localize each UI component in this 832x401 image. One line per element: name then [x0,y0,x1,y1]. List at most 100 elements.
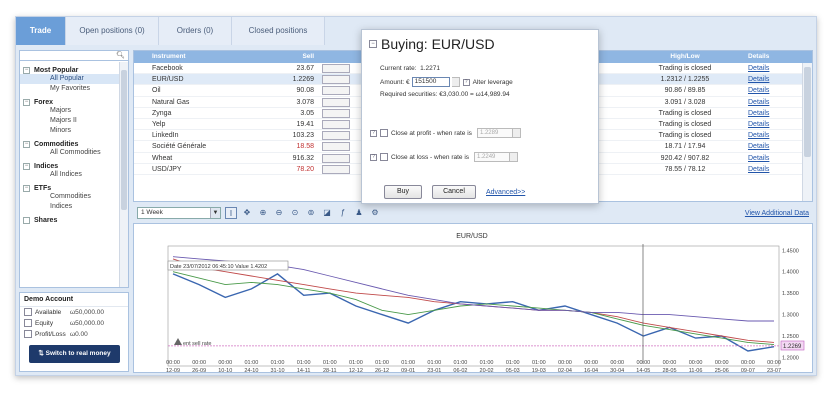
sidebar-item-my-favorites[interactable]: My Favorites [20,84,119,94]
tab-open-positions[interactable]: Open positions (0) [66,17,159,45]
sell-button[interactable] [322,97,350,107]
sidebar-scrollbar[interactable] [119,62,128,287]
group-header[interactable]: − Indices [20,163,119,170]
column-header-highlow[interactable]: High/Low [630,51,740,63]
profit-stepper[interactable] [512,128,521,138]
cancel-button[interactable]: Cancel [432,185,476,199]
tab-trade[interactable]: Trade [16,17,66,45]
x-tick-date: 12-09 [166,368,180,374]
line-tool-icon[interactable]: ◪ [321,207,333,219]
pan-tool-icon[interactable]: ✥ [241,207,253,219]
tab-orders[interactable]: Orders (0) [159,17,232,45]
amount-line: Amount: € 151500 ? Alter leverage [380,77,513,87]
collapse-icon[interactable]: − [369,40,377,48]
group-header[interactable]: − Commodities [20,141,119,148]
sidebar-item-minors[interactable]: Minors [20,126,119,136]
details-link[interactable]: Details [740,85,800,95]
zoom-reset-icon[interactable]: ⊙ [289,207,301,219]
details-link[interactable]: Details [740,153,800,163]
sell-button[interactable] [322,153,350,163]
sell-price: 103.23 [292,132,314,140]
amount-stepper[interactable] [451,77,460,87]
view-additional-data-link[interactable]: View Additional Data [745,210,809,217]
buy-button[interactable]: Buy [384,185,422,199]
details-link[interactable]: Details [740,97,800,107]
group-header[interactable]: Shares [20,217,119,224]
sell-button[interactable] [322,75,350,85]
zoom-in-icon[interactable]: ⊕ [257,207,269,219]
required-value: €3,030.00 = ω14,989.94 [439,91,510,98]
sidebar-item-all-popular[interactable]: All Popular [20,74,119,84]
advanced-link[interactable]: Advanced>> [486,189,525,196]
details-link[interactable]: Details [740,74,800,84]
sell-button[interactable] [322,119,350,129]
info-icon[interactable]: ? [462,78,470,86]
collapse-icon[interactable]: − [23,141,30,148]
high-low: 90.86 / 89.85 [664,87,706,95]
checkbox[interactable] [24,319,32,327]
cursor-tool-icon[interactable]: I [225,207,237,219]
details-link[interactable]: Details [740,164,800,174]
search-icon[interactable]: 🔍︎ [116,51,125,59]
chevron-down-icon[interactable]: ▼ [210,208,220,218]
expand-icon[interactable] [23,217,30,224]
details-link[interactable]: Details [740,130,800,140]
zoom-fit-icon[interactable]: ⊚ [305,207,317,219]
column-header-sell[interactable]: Sell [260,51,320,63]
column-header-details[interactable]: Details [740,51,800,63]
close-at-loss-input[interactable]: 1.2249 [474,152,511,162]
switch-to-real-money-button[interactable]: ⇅ Switch to real money [29,345,120,363]
group-header[interactable]: − ETFs [20,185,119,192]
sidebar-search[interactable]: 🔍︎ [20,51,128,61]
sidebar-item-majors-ii[interactable]: Majors II [20,116,119,126]
details-link[interactable]: Details [740,119,800,129]
x-tick-date: 30-04 [610,368,624,374]
sell-button[interactable] [322,164,350,174]
zoom-out-icon[interactable]: ⊖ [273,207,285,219]
loss-stepper[interactable] [510,152,519,162]
checkbox[interactable] [24,308,32,316]
info-icon[interactable]: ? [370,153,377,161]
collapse-icon[interactable]: − [23,99,30,106]
sidebar-item-majors[interactable]: Majors [20,106,119,116]
sell-button[interactable] [322,131,350,141]
series-price [172,273,775,352]
group-header[interactable]: − Forex [20,99,119,106]
close-at-profit-checkbox[interactable] [380,129,388,137]
collapse-icon[interactable]: − [23,67,30,74]
sidebar-item-etf-indices[interactable]: Indices [20,202,119,212]
details-link[interactable]: Details [740,108,800,118]
sell-button[interactable] [322,86,350,96]
info-icon[interactable]: ? [370,129,377,137]
collapse-icon[interactable]: − [23,163,30,170]
sidebar-item-all-commodities[interactable]: All Commodities [20,148,119,158]
x-tick-date: 26-12 [375,368,389,374]
settings-gear-icon[interactable]: ⚙ [369,207,381,219]
function-icon[interactable]: ƒ [337,207,349,219]
close-at-loss-checkbox[interactable] [380,153,388,161]
scroll-thumb[interactable] [121,70,127,210]
price-chart[interactable]: EUR/USD 1.4500 1.4000 1.3500 1.3000 1.2500 1.… [133,223,813,374]
sell-price: 19.41 [296,120,314,128]
table-scrollbar[interactable] [802,63,812,201]
y-tick-label: 1.3500 [782,291,799,297]
collapse-icon[interactable]: − [23,185,30,192]
column-header-instrument[interactable]: Instrument [134,51,260,63]
sell-button[interactable] [322,108,350,118]
details-link[interactable]: Details [740,141,800,151]
close-at-profit-input[interactable]: 1.2289 [476,128,513,138]
sell-button[interactable] [322,64,350,73]
sell-button[interactable] [322,142,350,152]
indicator-icon[interactable]: ♟ [353,207,365,219]
sidebar-item-all-indices[interactable]: All Indices [20,170,119,180]
checkbox[interactable] [24,330,32,338]
amount-input[interactable]: 151500 [411,77,450,87]
period-select[interactable]: 1 Week ▼ [137,207,221,219]
tab-closed-positions[interactable]: Closed positions [232,17,325,45]
sidebar-item-etf-commodities[interactable]: Commodities [20,192,119,202]
scroll-thumb[interactable] [804,67,811,157]
details-link[interactable]: Details [740,63,800,73]
instrument-name: Yelp [152,120,166,128]
alter-leverage-label[interactable]: Alter leverage [473,79,513,86]
group-header[interactable]: − Most Popular [20,67,119,74]
